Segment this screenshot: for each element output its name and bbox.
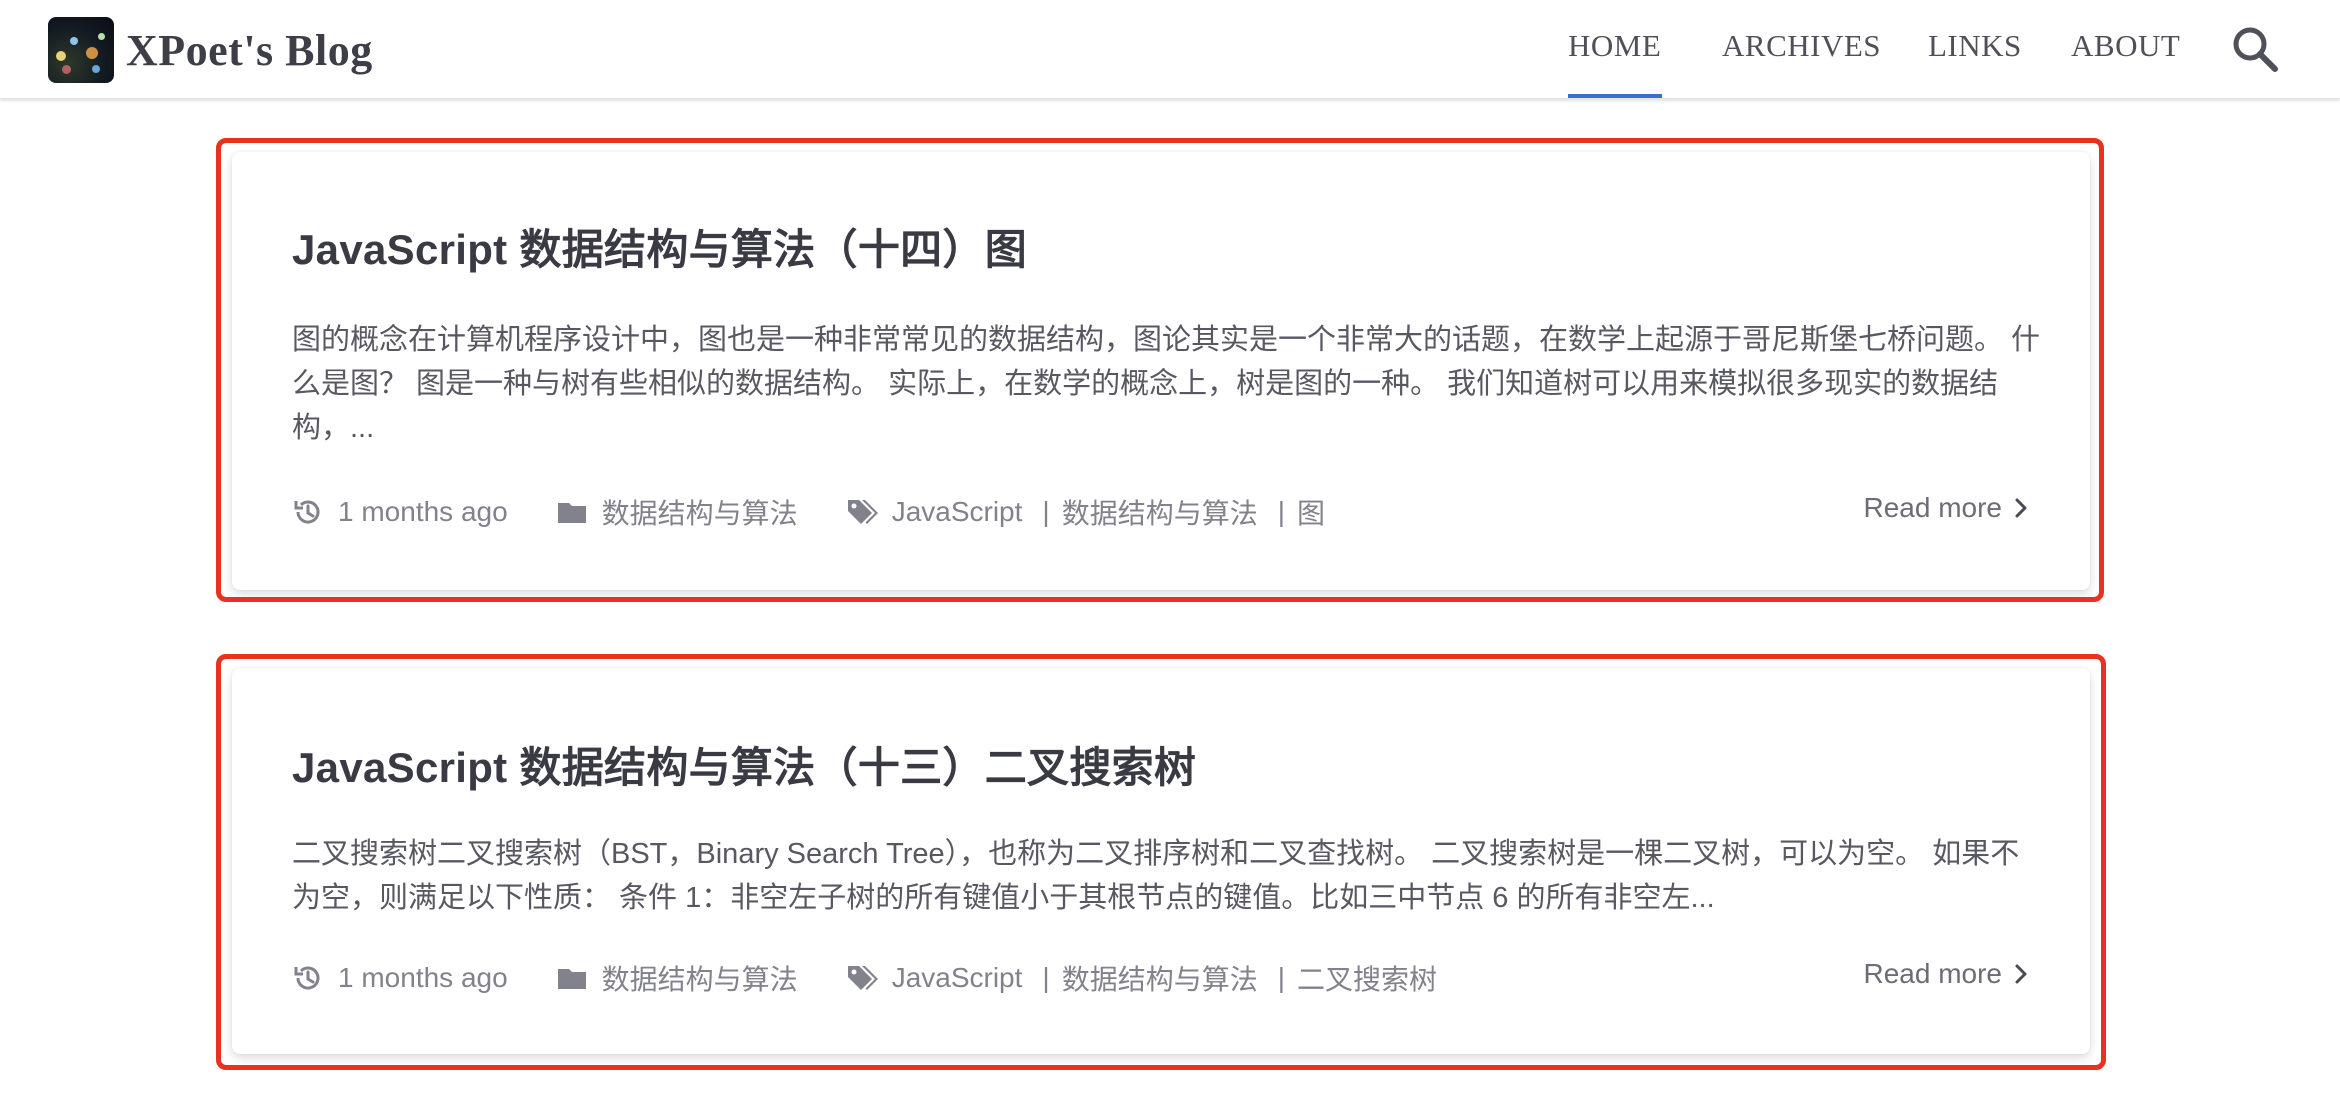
search-icon[interactable] [2230,24,2280,74]
chevron-right-icon [2015,498,2027,518]
history-icon [292,496,324,528]
site-logo-link[interactable]: XPoet's Blog [48,17,373,83]
tag-separator: | [1042,496,1050,527]
chevron-right-icon [2015,964,2027,984]
site-title[interactable]: XPoet's Blog [126,25,373,76]
post-tag[interactable]: JavaScript [892,496,1023,528]
history-icon [292,962,324,994]
post-excerpt: 二叉搜索树二叉搜索树（BST，Binary Search Tree），也称为二叉… [292,838,2020,914]
read-more-link[interactable]: Read more [1863,958,2032,990]
nav-links[interactable]: LINKS [1928,28,2022,64]
nav-home[interactable]: HOME [1568,28,1661,64]
post-category[interactable]: 数据结构与算法 [602,492,798,532]
site-avatar[interactable] [48,17,114,83]
post-date: 1 months ago [338,496,508,527]
post-excerpt: 图的概念在计算机程序设计中，图也是一种非常常见的数据结构，图论其实是一个非常大的… [292,324,2041,444]
post-date: 1 months ago [338,962,508,993]
tag-separator: | [1277,496,1285,527]
tag-separator: | [1277,962,1285,993]
post-tag[interactable]: 数据结构与算法 [1062,492,1258,532]
post-category[interactable]: 数据结构与算法 [602,958,798,998]
post-tag[interactable]: 图 [1297,492,1325,532]
nav-active-indicator [1568,94,1662,98]
post-card[interactable]: JavaScript 数据结构与算法（十三）二叉搜索树 二叉搜索树二叉搜索树（B… [232,668,2090,1054]
folder-icon [556,496,588,528]
tags-icon [846,496,878,528]
read-more-label[interactable]: Read more [1863,492,2002,524]
post-tag[interactable]: JavaScript [892,962,1023,994]
post-title[interactable]: JavaScript 数据结构与算法（十四）图 [292,216,1027,277]
tags-icon [846,962,878,994]
post-meta: 1 months ago 数据结构与算法 JavaScript | 数据结构与算… [292,958,2032,998]
folder-icon [556,962,588,994]
nav-about[interactable]: ABOUT [2071,28,2180,64]
site-header: XPoet's Blog HOME ARCHIVES LINKS ABOUT [0,0,2340,99]
post-title[interactable]: JavaScript 数据结构与算法（十三）二叉搜索树 [292,734,1196,795]
read-more-link[interactable]: Read more [1863,492,2032,524]
nav-archives[interactable]: ARCHIVES [1722,28,1881,64]
post-tag[interactable]: 数据结构与算法 [1062,958,1258,998]
post-tag[interactable]: 二叉搜索树 [1297,958,1437,998]
post-card[interactable]: JavaScript 数据结构与算法（十四）图 图的概念在计算机程序设计中，图也… [232,152,2090,590]
tag-separator: | [1042,962,1050,993]
read-more-label[interactable]: Read more [1863,958,2002,990]
post-meta: 1 months ago 数据结构与算法 JavaScript | 数据结构与算… [292,492,2032,532]
